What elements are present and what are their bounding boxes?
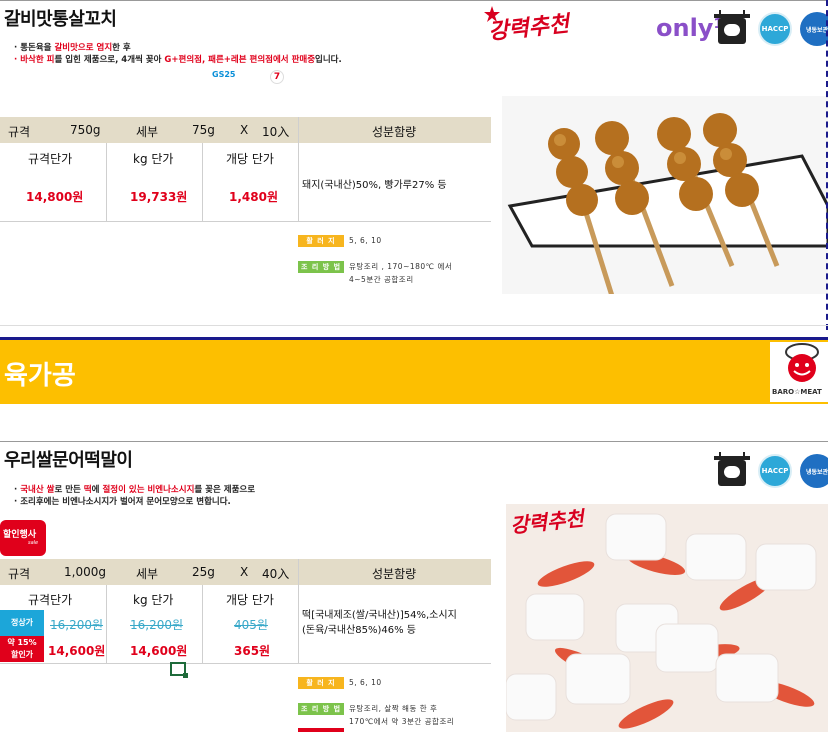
product2-regular-each: 405원 <box>234 618 268 632</box>
product1-method-line2: 4~5분간 공합조리 <box>349 275 414 284</box>
product1-unit-price: 14,800원 <box>26 190 84 204</box>
product1-ingredients: 돼지(국내산)50%, 빵가루27% 등 <box>302 180 447 191</box>
product2-sale-unit: 14,600원 <box>48 644 106 658</box>
product2-regular-unit: 16,200원 <box>50 618 104 632</box>
product2-method-line1: 유탕조리, 살짝 해동 한 후 <box>349 704 438 713</box>
col-kg-price: kg 단가 <box>133 152 174 166</box>
product2-desc-line1: · 국내산 쌀로 만든 떡에 절정이 있는 비엔나소시지를 꽂은 제품으로 <box>14 485 256 495</box>
frozen-storage-badge: 냉동보관 <box>800 454 828 488</box>
product1-desc-line2: · 바삭한 피를 입힌 제품으로, 4개씩 꽂아 G+편의점, 패른+레븐 편의… <box>14 55 342 65</box>
haccp-badge: HACCP <box>758 454 792 488</box>
section-banner <box>0 340 828 404</box>
col-kg-price: kg 단가 <box>133 593 174 607</box>
baro-meat-logo: BARO☆MEAT <box>770 342 828 402</box>
product2-sale-kg: 14,600원 <box>130 644 188 658</box>
fill-handle[interactable] <box>183 673 188 678</box>
col-each-price: 개당 단가 <box>226 152 274 166</box>
product2-cooking-value: 5, 6, 10 <box>349 678 382 687</box>
product2-cooking-tag: 활 러 지 <box>298 677 344 689</box>
product1-desc-line1: · 통돈육을 갈비맛으로 염지한 후 <box>14 43 131 53</box>
col-unit-price: 규격단가 <box>28 152 73 166</box>
sale-badge: 할인행사 sale <box>0 520 46 556</box>
product1-title: 갈비맛통살꼬치 <box>4 9 117 30</box>
regular-price-label: 정상가 <box>0 610 44 636</box>
seven-eleven-logo: 7 <box>270 70 284 84</box>
fryer-icon <box>714 452 750 486</box>
col-each-price: 개당 단가 <box>226 593 274 607</box>
product2-method-tag: 조 리 방 법 <box>298 703 344 715</box>
product2-ingredients: 떡[국내제조(쌀/국내산)]54%,소시지 (돈육/국내산85%)46% 등 <box>302 610 457 636</box>
star-icon <box>484 6 500 22</box>
product1-each-price: 1,480원 <box>229 190 278 204</box>
col-unit-price: 규격단가 <box>28 593 73 607</box>
product2-photo: 강력추천 <box>506 504 828 732</box>
product2-extra-tag <box>298 728 344 732</box>
product1-cooking-value: 5, 6, 10 <box>349 236 382 245</box>
gs25-logo: GS25 <box>212 70 236 79</box>
section-title: 육가공 <box>4 361 76 391</box>
product2-desc-line2: · 조리후에는 비엔나소시지가 벌어져 문어모양으로 변합니다. <box>14 497 231 507</box>
product2-title: 우리쌀문어떡말이 <box>4 450 133 471</box>
product1-method-tag: 조 리 방 법 <box>298 261 344 273</box>
product1-photo <box>502 96 828 294</box>
product1-method-line1: 유탕조리 , 170~180℃ 에서 <box>349 262 453 271</box>
catalog-page: 갈비맛통살꼬치 · 통돈육을 갈비맛으로 염지한 후 · 바삭한 피를 입힌 제… <box>0 0 828 732</box>
product1-kg-price: 19,733원 <box>130 190 188 204</box>
top-rule <box>0 0 828 1</box>
product2-sale-each: 365원 <box>234 644 271 658</box>
fryer-icon <box>714 10 750 44</box>
product1-cooking-tag: 활 러 지 <box>298 235 344 247</box>
product2-regular-kg: 16,200원 <box>130 618 184 632</box>
haccp-badge: HACCP <box>758 12 792 46</box>
product2-table-header: 규격 1,000g 세부 25g X 40入 성분함량 <box>0 559 491 585</box>
frozen-storage-badge: 냉동보관 <box>800 12 828 46</box>
product2-method-line2: 170℃에서 약 3분간 공합조리 <box>349 717 455 726</box>
product1-table-header: 규격 750g 세부 75g X 10入 성분함량 <box>0 117 491 143</box>
discount-price-label: 약 15% 할인가 <box>0 636 44 662</box>
